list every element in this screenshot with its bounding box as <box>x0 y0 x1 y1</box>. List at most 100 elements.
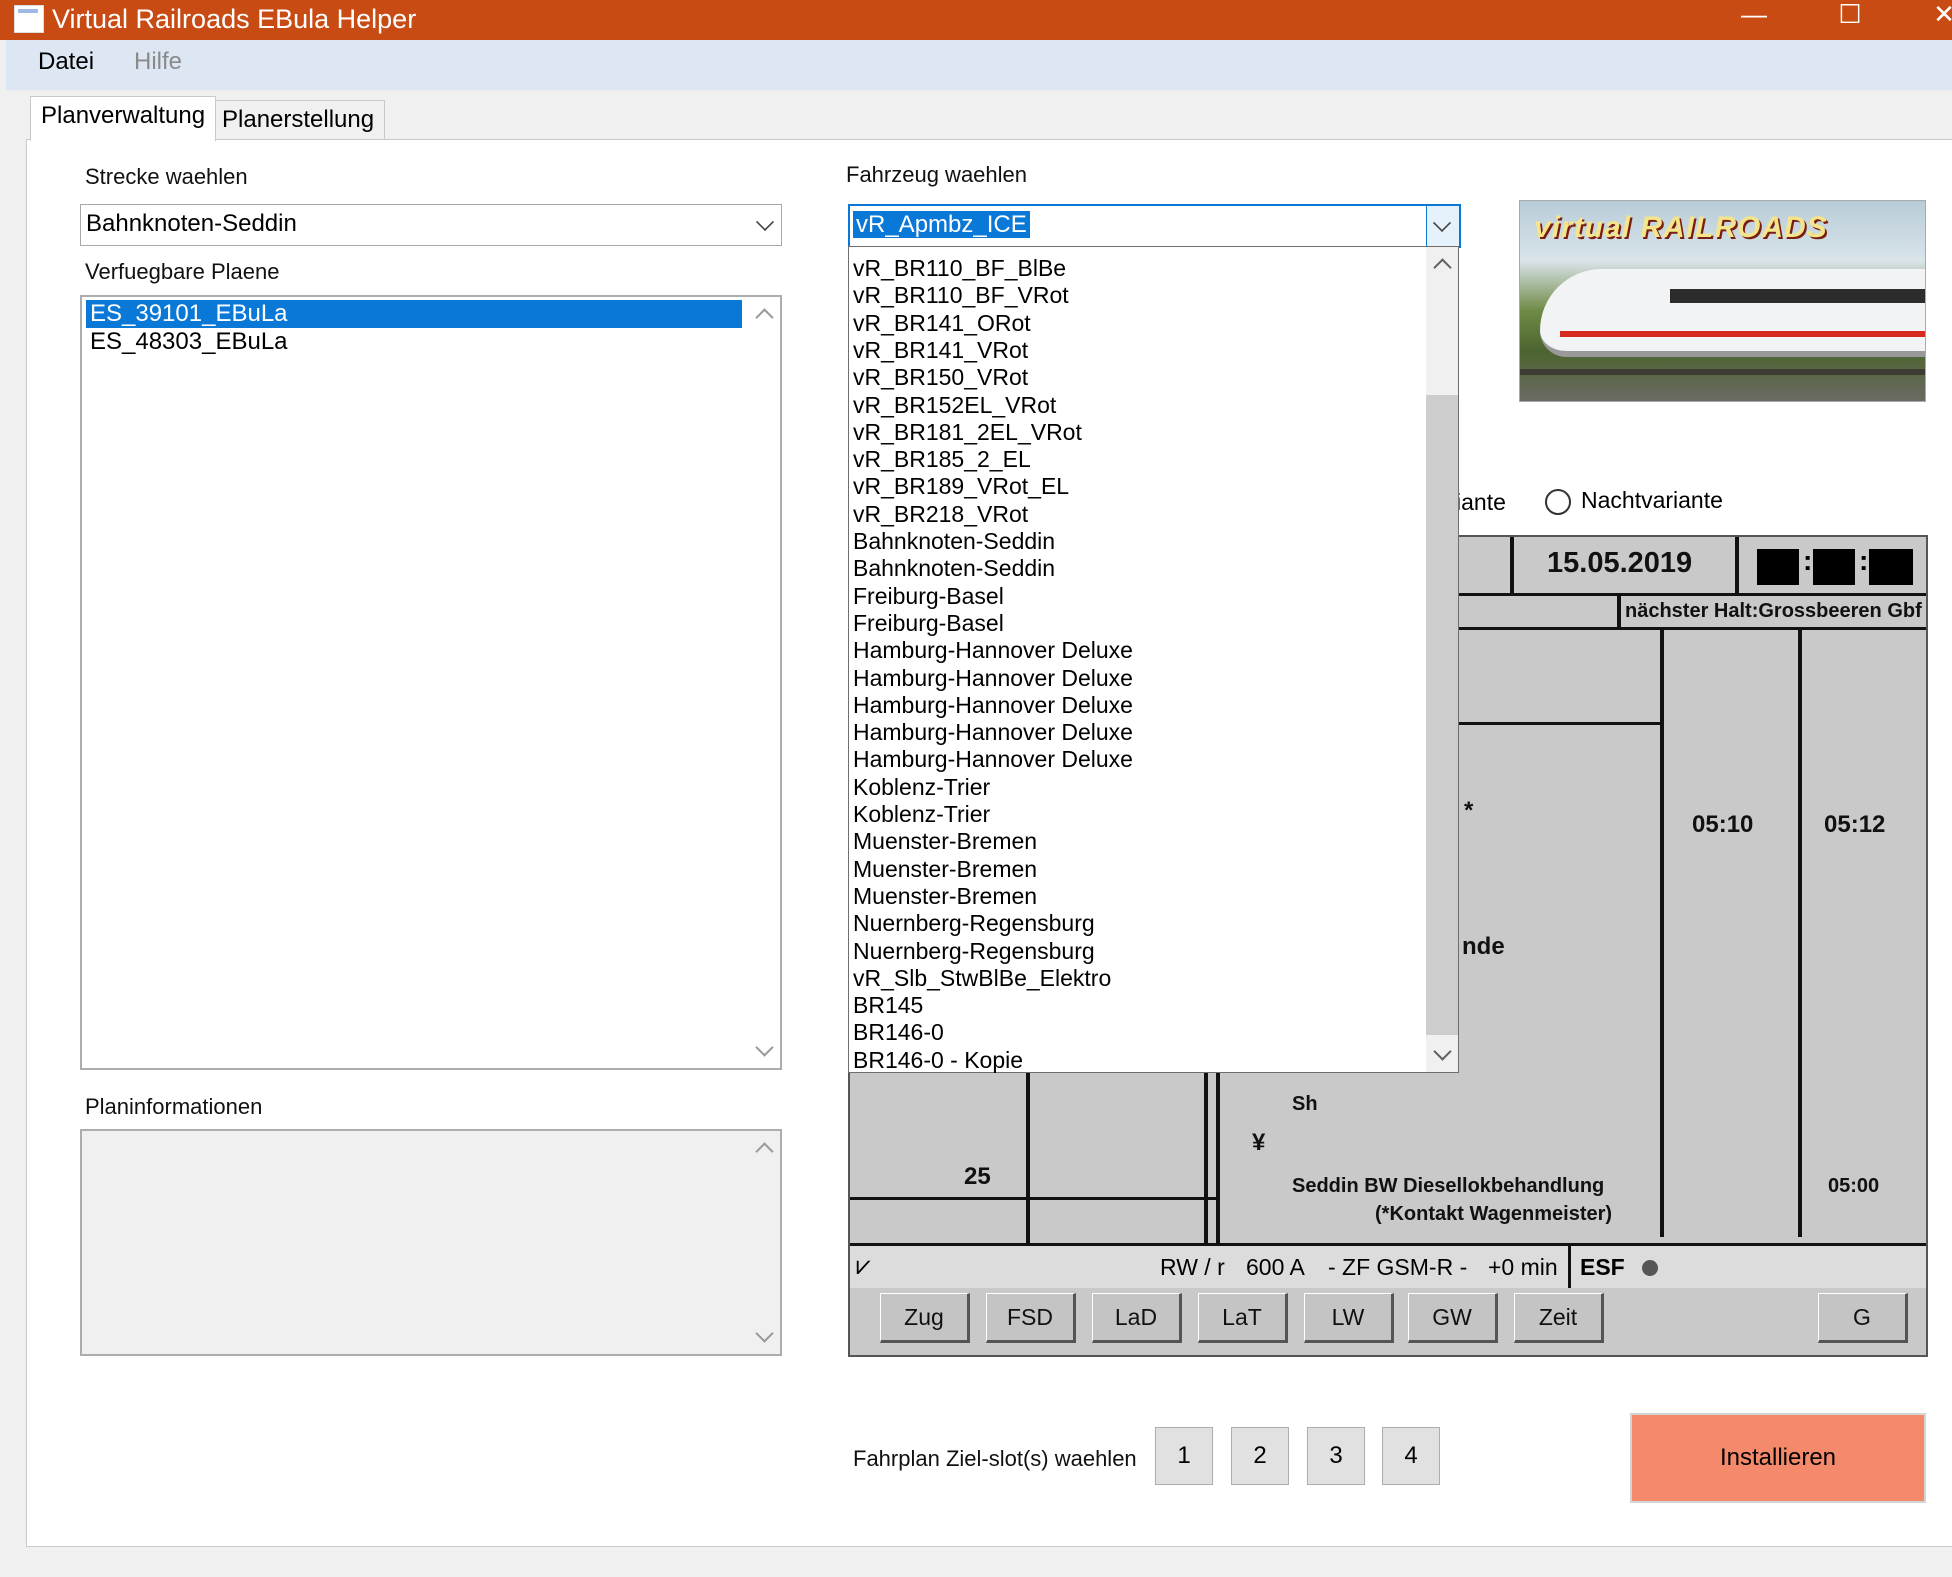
tab-planverwaltung[interactable]: Planverwaltung <box>30 96 217 141</box>
vehicle-option[interactable]: Koblenz-Trier <box>853 801 990 828</box>
vehicle-option[interactable]: vR_BR150_VRot <box>853 364 1028 391</box>
ebula-zeit-button[interactable]: Zeit <box>1514 1293 1604 1343</box>
vehicle-option[interactable]: Hamburg-Hannover Deluxe <box>853 719 1133 746</box>
vehicle-select[interactable]: vR_Apmbz_ICE <box>848 204 1461 248</box>
vehicle-option[interactable]: Hamburg-Hannover Deluxe <box>853 746 1133 773</box>
chevron-down-icon <box>755 212 775 232</box>
vehicle-option[interactable]: Hamburg-Hannover Deluxe <box>853 692 1133 719</box>
title-bar[interactable]: Virtual Railroads EBula Helper — ☐ ✕ <box>0 0 1952 40</box>
close-button[interactable]: ✕ <box>1920 0 1952 34</box>
divider <box>1450 722 1660 725</box>
vehicle-select-value: vR_Apmbz_ICE <box>853 211 1030 238</box>
signal-sh: Sh <box>1292 1093 1318 1115</box>
vehicle-option[interactable]: vR_BR141_VRot <box>853 337 1028 364</box>
scroll-thumb[interactable] <box>1426 395 1458 1035</box>
ebula-lw-button[interactable]: LW <box>1304 1293 1394 1343</box>
divider <box>1617 593 1621 627</box>
scroll-down-icon[interactable] <box>1433 1042 1452 1061</box>
train-stripe <box>1560 331 1925 337</box>
planinfo-textbox[interactable] <box>80 1129 782 1356</box>
route-label: Strecke waehlen <box>85 164 248 189</box>
minimize-button[interactable]: — <box>1730 0 1778 34</box>
vehicle-option[interactable]: Koblenz-Trier <box>853 774 990 801</box>
chevron-down-icon <box>1432 213 1452 233</box>
scroll-up-icon[interactable] <box>755 1142 774 1161</box>
virtual-railroads-logo: virtual RAILROADS <box>1534 211 1828 244</box>
install-button[interactable]: Installieren <box>1630 1413 1926 1503</box>
vehicle-dropdown-list[interactable]: BR146-0 - Kopie BR146-0 BR145 vR_Slb_StwBlB… <box>848 246 1459 1073</box>
train-shape <box>1540 269 1925 357</box>
plans-label: Verfuegbare Plaene <box>85 259 280 284</box>
departure-time: 05:12 <box>1824 811 1886 838</box>
night-variant-radio[interactable]: Nachtvariante <box>1545 487 1723 515</box>
night-variant-label: Nachtvariante <box>1581 487 1723 513</box>
vehicle-option[interactable]: BR146-0 - Kopie <box>853 1047 1023 1074</box>
vehicle-option[interactable]: BR145 <box>853 992 923 1019</box>
divider <box>1216 1072 1220 1243</box>
vehicle-option[interactable]: Bahnknoten-Seddin <box>853 528 1055 555</box>
dropdown-button[interactable] <box>1426 206 1459 246</box>
vehicle-option[interactable]: Nuernberg-Regensburg <box>853 910 1095 937</box>
clock-display: : : <box>1749 543 1919 587</box>
yen-symbol: ¥ <box>1252 1129 1266 1156</box>
vehicle-option[interactable]: vR_BR181_2EL_VRot <box>853 419 1082 446</box>
vehicle-option[interactable]: Muenster-Bremen <box>853 883 1037 910</box>
slot-2-button[interactable]: 2 <box>1231 1427 1289 1485</box>
ebula-fsd-button[interactable]: FSD <box>986 1293 1076 1343</box>
plans-listbox[interactable]: ES_39101_EBuLa ES_48303_EBuLa <box>80 295 782 1070</box>
maximize-button[interactable]: ☐ <box>1826 0 1874 34</box>
vehicle-option[interactable]: vR_BR152EL_VRot <box>853 392 1056 419</box>
vehicle-option[interactable]: Muenster-Bremen <box>853 828 1037 855</box>
vehicle-option[interactable]: Hamburg-Hannover Deluxe <box>853 665 1133 692</box>
tab-strip: Planverwaltung Planerstellung <box>0 96 1952 141</box>
scroll-down-icon[interactable] <box>755 1038 774 1057</box>
menu-datei[interactable]: Datei <box>38 48 94 76</box>
status-delay: +0 min <box>1488 1254 1558 1280</box>
slot-3-button[interactable]: 3 <box>1307 1427 1365 1485</box>
vehicle-option[interactable]: Bahnknoten-Seddin <box>853 555 1055 582</box>
scroll-up-icon[interactable] <box>755 308 774 327</box>
dropdown-scrollbar[interactable] <box>1426 247 1458 1072</box>
vehicle-option[interactable]: vR_BR218_VRot <box>853 501 1028 528</box>
vehicle-option[interactable]: vR_BR185_2_EL <box>853 446 1031 473</box>
route-select[interactable]: Bahnknoten-Seddin <box>80 204 782 246</box>
vehicle-option[interactable]: vR_BR110_BF_VRot <box>853 282 1069 309</box>
plans-scrollbar[interactable] <box>748 297 780 1068</box>
scroll-down-icon[interactable] <box>755 1324 774 1343</box>
slot-1-button[interactable]: 1 <box>1155 1427 1213 1485</box>
train-windows <box>1670 289 1925 303</box>
speed-value: 25 <box>964 1163 991 1190</box>
vehicle-option[interactable]: vR_BR141_ORot <box>853 310 1031 337</box>
status-gsm: - ZF GSM-R - <box>1328 1254 1468 1280</box>
tab-planerstellung[interactable]: Planerstellung <box>211 100 386 139</box>
plan-item[interactable]: ES_39101_EBuLa <box>86 300 742 328</box>
vehicle-option[interactable]: Muenster-Bremen <box>853 856 1037 883</box>
slot-4-button[interactable]: 4 <box>1382 1427 1440 1485</box>
vehicle-option[interactable]: vR_Slb_StwBlBe_Elektro <box>853 965 1111 992</box>
vehicle-option[interactable]: Hamburg-Hannover Deluxe <box>853 637 1133 664</box>
ebula-lat-button[interactable]: LaT <box>1198 1293 1288 1343</box>
planinfo-scrollbar[interactable] <box>748 1131 780 1354</box>
vehicle-option[interactable]: vR_BR110_BF_BlBe <box>853 255 1066 282</box>
vehicle-option[interactable]: Freiburg-Basel <box>853 583 1004 610</box>
day-variant-radio[interactable]: iante <box>1456 489 1506 516</box>
menu-hilfe[interactable]: Hilfe <box>134 48 182 76</box>
vehicle-option[interactable]: Nuernberg-Regensburg <box>853 938 1095 965</box>
station-fragment: nde <box>1462 933 1505 960</box>
divider <box>1204 1072 1208 1243</box>
vehicle-option[interactable]: Freiburg-Basel <box>853 610 1004 637</box>
station-note: (*Kontakt Wagenmeister) <box>1375 1203 1613 1225</box>
ebula-gw-button[interactable]: GW <box>1408 1293 1498 1343</box>
scroll-up-icon[interactable] <box>1433 258 1452 277</box>
ebula-zug-button[interactable]: Zug <box>880 1293 970 1343</box>
status-esf: ESF <box>1580 1254 1625 1280</box>
vehicle-option[interactable]: BR146-0 <box>853 1019 944 1046</box>
vehicle-option[interactable]: vR_BR189_VRot_EL <box>853 473 1069 500</box>
plan-item[interactable]: ES_48303_EBuLa <box>86 328 288 356</box>
next-stop-text: nächster Halt:Grossbeeren Gbf <box>1625 600 1922 622</box>
ebula-g-button[interactable]: G <box>1818 1293 1908 1343</box>
divider <box>1798 627 1802 1237</box>
ebula-status-bar: ⩗ RW / r 600 A - ZF GSM-R - +0 min ESF <box>850 1243 1926 1288</box>
date-display: 15.05.2019 <box>1547 547 1693 579</box>
ebula-lad-button[interactable]: LaD <box>1092 1293 1182 1343</box>
